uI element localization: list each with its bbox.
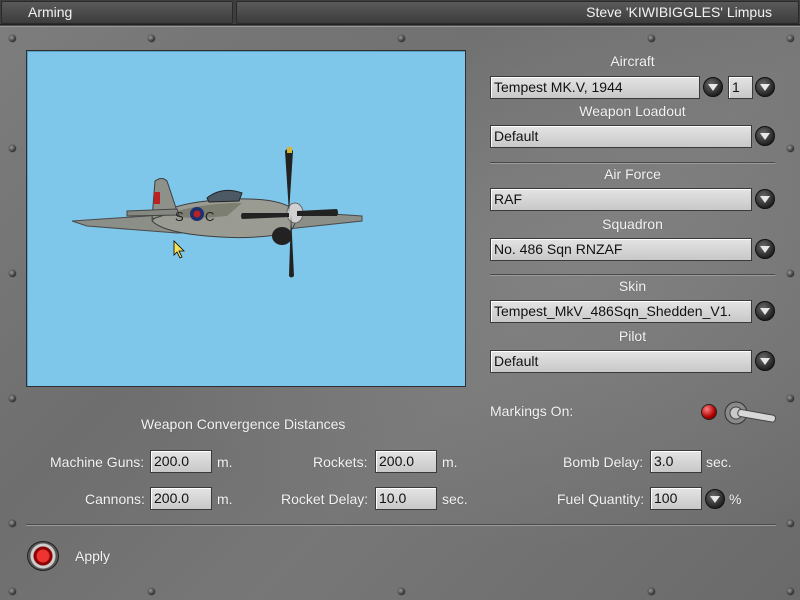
pilot-select[interactable]: Default (490, 350, 752, 373)
machine-guns-unit: m. (217, 454, 233, 470)
skin-select[interactable]: Tempest_MkV_486Sqn_Shedden_V1. (490, 300, 752, 323)
squadron-select[interactable]: No. 486 Sqn RNZAF (490, 238, 752, 261)
apply-button[interactable] (27, 541, 59, 571)
rivet-icon (148, 588, 155, 595)
rivet-icon (787, 588, 794, 595)
aircraft-model-image: S C (71, 147, 363, 278)
bomb-delay-label: Bomb Delay: (563, 454, 644, 470)
weapon-loadout-dropdown-icon[interactable] (755, 126, 775, 146)
user-name: Steve 'KIWIBIGGLES' Limpus (236, 1, 799, 24)
skin-dropdown-icon[interactable] (755, 301, 775, 321)
markings-toggle-switch[interactable] (722, 400, 778, 426)
aircraft-count-select[interactable]: 1 (728, 76, 753, 99)
title-bar: Arming Steve 'KIWIBIGGLES' Limpus (0, 0, 800, 25)
fuel-quantity-unit: % (729, 491, 742, 507)
bomb-delay-unit: sec. (706, 454, 732, 470)
rocket-delay-input[interactable]: 10.0 (375, 487, 437, 510)
air-force-label: Air Force (604, 166, 661, 182)
skin-label: Skin (618, 278, 647, 294)
rivet-icon (398, 588, 405, 595)
pilot-label: Pilot (618, 328, 647, 344)
convergence-title: Weapon Convergence Distances (141, 416, 346, 432)
rivet-icon (648, 35, 655, 42)
squadron-dropdown-icon[interactable] (755, 239, 775, 259)
fuel-quantity-select[interactable]: 100 (650, 487, 702, 510)
cannons-label: Cannons: (85, 491, 145, 507)
pilot-dropdown-icon[interactable] (755, 351, 775, 371)
rivet-icon (9, 520, 16, 527)
aircraft-count-dropdown-icon[interactable] (755, 77, 775, 97)
rivet-icon (9, 588, 16, 595)
cannons-distance-input[interactable]: 200.0 (150, 487, 212, 510)
rivet-icon (9, 395, 16, 402)
air-force-select[interactable]: RAF (490, 188, 752, 211)
rivet-icon (787, 395, 794, 402)
aircraft-type-select[interactable]: Tempest MK.V, 1944 (490, 76, 700, 99)
machine-guns-label: Machine Guns: (50, 454, 145, 470)
rocket-delay-label: Rocket Delay: (281, 491, 369, 507)
fuel-quantity-label: Fuel Quantity: (557, 491, 645, 507)
rivet-icon (398, 35, 405, 42)
svg-text:S: S (175, 209, 184, 224)
machine-guns-distance-input[interactable]: 200.0 (150, 450, 212, 473)
markings-indicator-light-icon (701, 404, 717, 420)
weapon-loadout-label: Weapon Loadout (579, 103, 686, 119)
squadron-label: Squadron (602, 216, 663, 232)
rivet-icon (787, 145, 794, 152)
aircraft-label: Aircraft (610, 53, 655, 69)
rivet-icon (9, 35, 16, 42)
markings-label: Markings On: (490, 403, 574, 419)
rivet-icon (787, 520, 794, 527)
divider (26, 524, 776, 526)
rivet-icon (787, 270, 794, 277)
window-title: Arming (1, 1, 233, 24)
divider (490, 274, 775, 276)
cannons-unit: m. (217, 491, 233, 507)
aircraft-preview[interactable]: S C (26, 50, 466, 387)
weapon-loadout-select[interactable]: Default (490, 125, 752, 148)
rockets-label: Rockets: (313, 454, 368, 470)
apply-label[interactable]: Apply (75, 548, 110, 564)
aircraft-code-letter: C (205, 209, 214, 224)
bomb-delay-input[interactable]: 3.0 (650, 450, 702, 473)
fuel-quantity-dropdown-icon[interactable] (705, 489, 725, 509)
rivet-icon (9, 145, 16, 152)
rivet-icon (148, 35, 155, 42)
rockets-unit: m. (442, 454, 458, 470)
rivet-icon (9, 270, 16, 277)
rocket-delay-unit: sec. (442, 491, 468, 507)
rockets-distance-input[interactable]: 200.0 (375, 450, 437, 473)
rivet-icon (648, 588, 655, 595)
aircraft-type-dropdown-icon[interactable] (703, 77, 723, 97)
air-force-dropdown-icon[interactable] (755, 189, 775, 209)
divider (490, 162, 775, 164)
rivet-icon (787, 35, 794, 42)
